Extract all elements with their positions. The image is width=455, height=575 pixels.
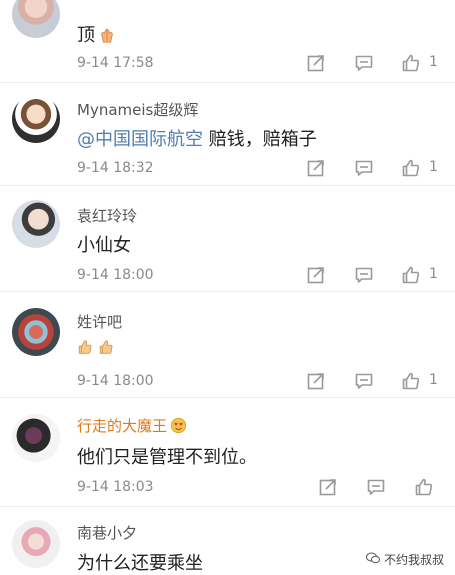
like-button[interactable] — [412, 475, 436, 499]
share-icon — [319, 479, 336, 496]
share-button[interactable] — [304, 263, 328, 287]
like-button[interactable] — [399, 369, 423, 393]
avatar[interactable] — [12, 0, 60, 38]
like-button[interactable] — [399, 263, 423, 287]
like-icon — [402, 266, 420, 284]
share-icon — [307, 267, 324, 284]
like-count: 1 — [429, 54, 438, 70]
share-icon — [307, 373, 324, 390]
like-count: 1 — [429, 372, 438, 388]
comment-icon — [355, 55, 373, 71]
comment-text-content: 小仙女 — [77, 235, 131, 256]
comment-text — [77, 337, 116, 358]
share-button[interactable] — [304, 51, 328, 75]
comment-button[interactable] — [352, 51, 376, 75]
comment-item: 行走的大魔王 他们只是管理不到位。 9-14 18:03 — [0, 398, 455, 507]
comment-time: 9-14 18:00 — [77, 373, 154, 389]
comment-button[interactable] — [352, 369, 376, 393]
like-icon — [402, 54, 420, 72]
comment-time: 9-14 18:03 — [77, 479, 154, 495]
comment-item: 顶 9-14 17:58 1 — [0, 0, 455, 83]
username[interactable]: 袁红玲玲 — [77, 205, 137, 226]
username[interactable]: Mynameis超级辉 — [77, 99, 198, 120]
comment-button[interactable] — [352, 156, 376, 180]
comment-item: 袁红玲玲 小仙女 9-14 18:00 1 — [0, 186, 455, 292]
like-count: 1 — [429, 159, 438, 175]
watermark: 不约我叔叔 — [362, 550, 447, 569]
comment-item: 姓许吧 9-14 18:00 1 — [0, 292, 455, 398]
comment-text: 小仙女 — [77, 231, 131, 257]
share-button[interactable] — [304, 156, 328, 180]
comment-icon — [355, 160, 373, 176]
avatar[interactable] — [12, 200, 60, 248]
like-button[interactable] — [399, 156, 423, 180]
comment-icon — [367, 479, 385, 495]
username[interactable]: 姓许吧 — [77, 311, 122, 332]
share-button[interactable] — [304, 369, 328, 393]
comment-text-content: 顶 — [77, 25, 95, 46]
comment-text: 他们只是管理不到位。 — [77, 443, 257, 469]
thumbs-up-emoji — [77, 338, 95, 356]
wechat-icon — [365, 552, 380, 567]
comment-text: @中国国际航空 赔钱，赔箱子 — [77, 125, 317, 151]
username[interactable]: 南巷小夕 — [77, 522, 137, 543]
username[interactable]: 行走的大魔王 — [77, 415, 187, 436]
comment-time: 9-14 17:58 — [77, 55, 154, 71]
comment-icon — [355, 373, 373, 389]
avatar[interactable] — [12, 308, 60, 356]
like-button[interactable] — [399, 51, 423, 75]
share-button[interactable] — [316, 475, 340, 499]
avatar[interactable] — [12, 95, 60, 143]
comment-button[interactable] — [364, 475, 388, 499]
comment-item: Mynameis超级辉 @中国国际航空 赔钱，赔箱子 9-14 18:32 1 — [0, 83, 455, 186]
thumbs-up-emoji — [98, 338, 116, 356]
comment-time: 9-14 18:32 — [77, 160, 154, 176]
watermark-text: 不约我叔叔 — [383, 553, 444, 567]
comment-time: 9-14 18:00 — [77, 267, 154, 283]
like-icon — [415, 478, 433, 496]
share-icon — [307, 160, 324, 177]
comment-text-content: 他们只是管理不到位。 — [77, 447, 257, 468]
avatar[interactable] — [12, 414, 60, 462]
comment-text: 顶 — [77, 21, 116, 47]
like-icon — [402, 372, 420, 390]
username-text: 行走的大魔王 — [77, 417, 168, 435]
comment-text-content: 赔钱，赔箱子 — [203, 129, 317, 150]
comment-text: 为什么还要乘坐 — [77, 549, 203, 575]
hands-together-emoji — [98, 26, 116, 44]
mention-link[interactable]: @中国国际航空 — [77, 129, 203, 150]
like-count: 1 — [429, 266, 438, 282]
comment-text-content: 为什么还要乘坐 — [77, 553, 203, 574]
avatar[interactable] — [12, 520, 60, 568]
heart-eyes-emoji — [170, 417, 187, 434]
like-icon — [402, 159, 420, 177]
share-icon — [307, 55, 324, 72]
comment-button[interactable] — [352, 263, 376, 287]
comment-icon — [355, 267, 373, 283]
